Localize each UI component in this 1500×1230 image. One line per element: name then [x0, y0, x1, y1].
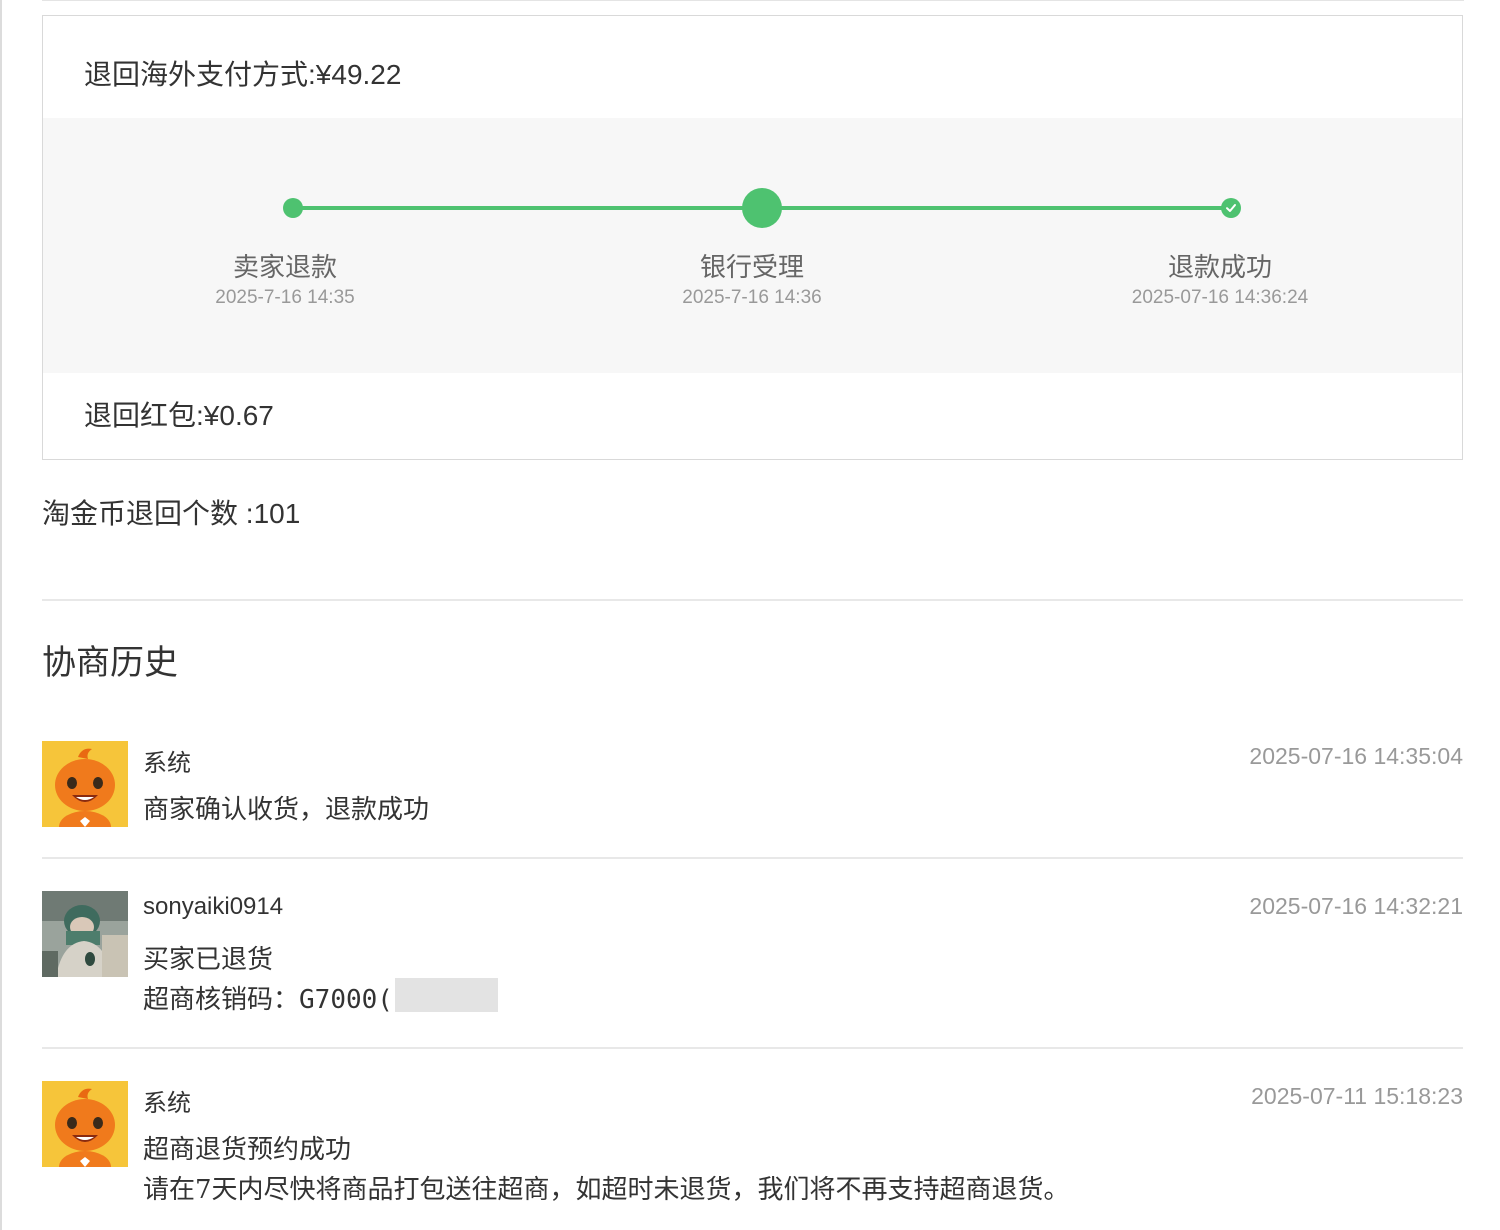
colon: :	[308, 59, 316, 90]
step-dot-bank-accept	[742, 188, 782, 228]
history-title: 协商历史	[42, 644, 178, 682]
refund-progress: 卖家退款 2025-7-16 14:35 银行受理 2025-7-16 14:3…	[43, 118, 1462, 373]
entry-timestamp: 2025-07-16 14:32:21	[1249, 893, 1463, 919]
entry-author: sonyaiki0914	[143, 893, 284, 920]
orange-mascot-icon	[42, 741, 128, 827]
step-name: 银行受理	[699, 252, 804, 282]
check-icon	[1221, 198, 1241, 218]
entry-message: 商家确认收货，退款成功	[143, 795, 430, 825]
colon: :	[196, 400, 204, 431]
redpacket-refund-line: 退回红包:¥0.67	[84, 394, 274, 434]
entry-message: 请在7天内尽快将商品打包送往超商，如超时未退货，我们将不再支持超商退货。	[143, 1175, 1070, 1205]
step-name: 卖家退款	[232, 252, 337, 282]
step-time: 2025-7-16 14:35	[215, 287, 355, 308]
entry-divider	[42, 857, 1463, 859]
entry-author: 系统	[143, 1090, 191, 1117]
step-dot-seller-refund	[283, 198, 303, 218]
pickup-code-label: 超商核销码：	[143, 985, 300, 1015]
entry-divider	[42, 1047, 1463, 1049]
step-refund-success: 退款成功 2025-07-16 14:36:24	[1070, 251, 1370, 310]
step-time: 2025-7-16 14:36	[682, 287, 822, 308]
coins-refund-count: 101	[253, 498, 301, 529]
left-border	[0, 0, 2, 1230]
refund-detail-page: 退回海外支付方式:¥49.22 卖家退款 2025-7-16 14:35 银行受…	[0, 0, 1500, 1230]
step-name: 退款成功	[1167, 252, 1272, 282]
section-divider	[42, 599, 1463, 601]
step-bank-accept: 银行受理 2025-7-16 14:36	[602, 251, 902, 310]
entry-timestamp: 2025-07-16 14:35:04	[1249, 743, 1463, 769]
user-avatar	[42, 891, 128, 977]
redpacket-refund-label: 退回红包	[84, 400, 197, 431]
entry-message: 买家已退货	[143, 945, 274, 975]
redpacket-refund-amount: ¥0.67	[203, 400, 274, 431]
overseas-refund-line: 退回海外支付方式:¥49.22	[84, 53, 401, 93]
top-divider	[42, 0, 1464, 1]
coins-refund-label: 淘金币退回个数	[42, 498, 239, 529]
orange-mascot-icon	[42, 1081, 128, 1167]
step-time: 2025-07-16 14:36:24	[1131, 287, 1309, 308]
entry-timestamp: 2025-07-11 15:18:23	[1251, 1083, 1463, 1109]
pickup-code-line: 超商核销码：G7000(	[143, 979, 393, 1016]
redaction-mask	[395, 978, 498, 1012]
progress-track-2	[763, 206, 1231, 210]
entry-author: 系统	[143, 750, 191, 777]
colon: :	[238, 498, 254, 529]
step-seller-refund: 卖家退款 2025-7-16 14:35	[135, 251, 435, 310]
coins-refund-line: 淘金币退回个数 :101	[42, 492, 300, 532]
refund-box: 退回海外支付方式:¥49.22 卖家退款 2025-7-16 14:35 银行受…	[42, 15, 1463, 460]
pickup-code-value: G7000(	[299, 985, 393, 1015]
overseas-refund-amount: ¥49.22	[315, 59, 402, 90]
entry-message: 超商退货预约成功	[143, 1135, 352, 1165]
progress-track-1	[293, 206, 763, 210]
overseas-refund-label: 退回海外支付方式	[84, 59, 309, 90]
